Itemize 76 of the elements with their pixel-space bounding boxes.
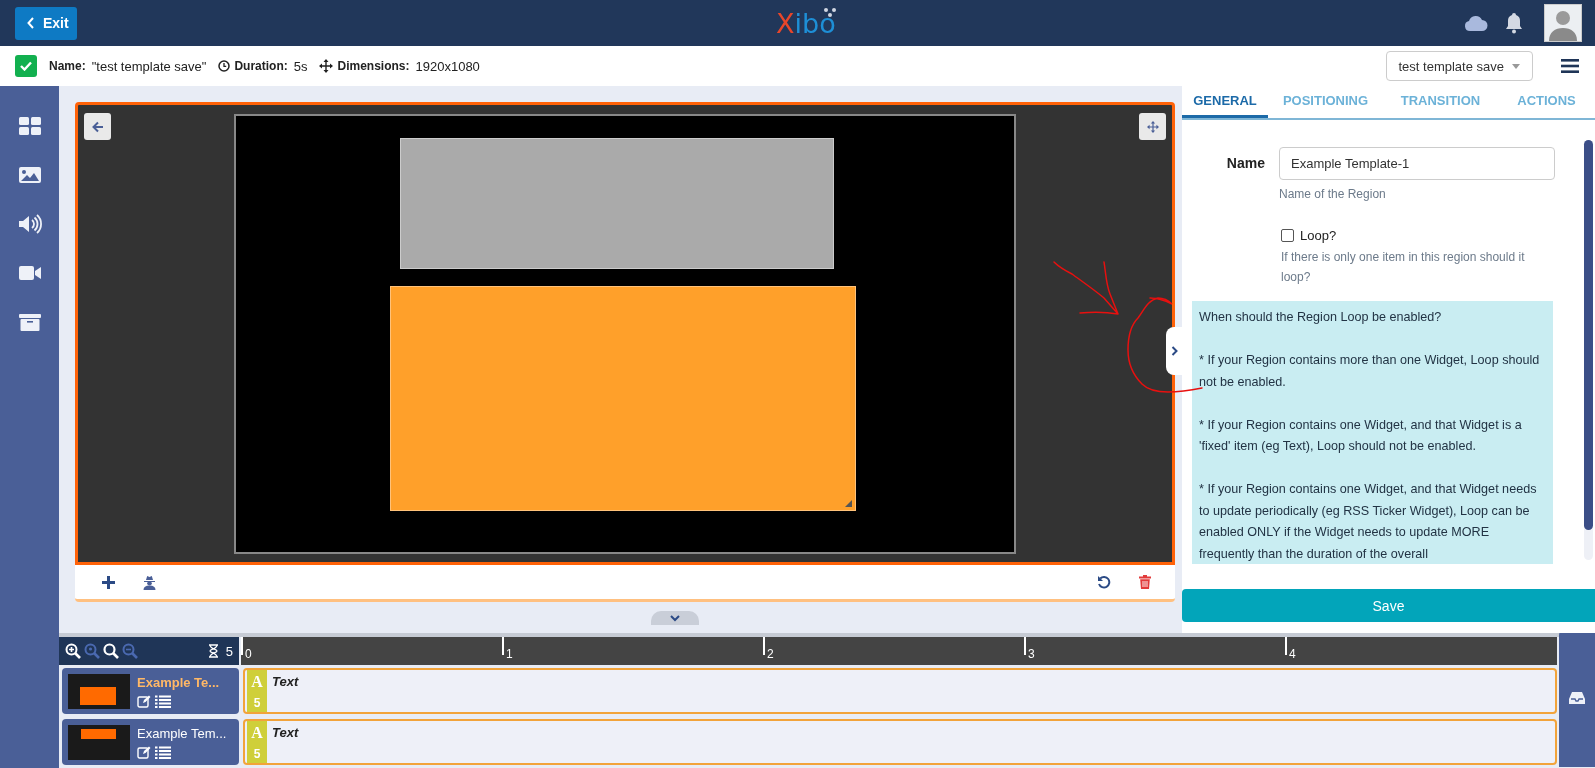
widget-duration: 5 <box>253 695 261 710</box>
collapse-tab[interactable] <box>651 611 699 625</box>
list-icon[interactable] <box>155 694 171 708</box>
menu-icon[interactable] <box>1561 58 1579 74</box>
widget-bar[interactable]: A 5 Text <box>243 719 1557 765</box>
info-text: * If your Region contains one Widget, and that Widget is a 'fixed' item (eg Text), Loop should not be enabled. <box>1199 416 1523 455</box>
widget-letter: A <box>251 672 263 691</box>
arrow-left-icon <box>91 120 104 133</box>
total-duration: 5 <box>225 643 233 659</box>
field-label: Name <box>1225 154 1265 171</box>
region-name: Example Te... <box>137 674 220 690</box>
info-value: "test template save" <box>91 58 207 74</box>
region-row[interactable]: Example Tem... <box>62 719 239 765</box>
info-label: Dimensions: <box>337 59 410 73</box>
expand-tab[interactable] <box>1166 327 1182 375</box>
region-name: Example Tem... <box>137 725 227 741</box>
hourglass-icon <box>207 644 219 658</box>
info-value: 1920x1080 <box>415 58 480 74</box>
scrollbar[interactable] <box>1584 140 1593 560</box>
exit-button[interactable]: Exit <box>15 6 77 40</box>
move-icon <box>319 59 334 73</box>
clock-icon <box>218 60 231 72</box>
zoom-in-icon[interactable] <box>65 643 81 659</box>
plus-icon[interactable] <box>102 575 115 589</box>
layout-grid-icon[interactable] <box>17 116 42 136</box>
widget-duration: 5 <box>253 746 261 761</box>
archive-box-icon[interactable] <box>17 312 42 332</box>
region-thumbnail <box>68 673 130 709</box>
speaker-icon[interactable] <box>17 214 42 234</box>
incognito-person-icon[interactable] <box>143 574 156 590</box>
info-text: * If your Region contains one Widget, and that Widget needs to update periodically (eg RSS Ticker Widget), Loop can be enabled ONLY if the Widget needs to update MORE frequently than the duration of the overall <box>1199 481 1538 563</box>
info-value: 5s <box>293 58 308 74</box>
save-button[interactable]: Save <box>1182 589 1595 622</box>
help-text: Name of the Region <box>1279 186 1387 203</box>
inbox-icon[interactable] <box>1569 691 1585 705</box>
widget-name: Text <box>272 674 299 689</box>
name-input-field[interactable]: Example Template-1 <box>1279 147 1555 180</box>
resize-handle-icon <box>845 499 852 507</box>
tick-label: 0 <box>245 647 252 661</box>
bell-icon[interactable] <box>1504 12 1524 34</box>
tick-label: 1 <box>506 647 513 661</box>
list-icon[interactable] <box>155 745 171 759</box>
edit-icon[interactable] <box>137 694 151 708</box>
chevron-left-icon <box>27 17 35 29</box>
panel-tab[interactable]: GENERAL <box>1182 86 1268 118</box>
info-label: Name: <box>49 59 86 73</box>
back-button[interactable] <box>84 113 111 140</box>
tick-label: 3 <box>1028 647 1035 661</box>
info-label: Duration: <box>234 59 288 73</box>
move-icon <box>1146 120 1159 133</box>
layout-select[interactable]: test template save <box>1385 51 1533 81</box>
checkbox-label[interactable]: Loop? <box>1300 228 1337 243</box>
undo-icon[interactable] <box>1097 575 1111 589</box>
widget-name: Text <box>272 725 299 740</box>
info-text: When should the Region Loop be enabled? <box>1199 309 1443 326</box>
search-icon[interactable] <box>103 643 119 659</box>
info-text: * If your Region contains more than one Widget, Loop should not be enabled. <box>1199 352 1541 391</box>
logo: Xibo <box>776 8 837 39</box>
edit-icon[interactable] <box>137 745 151 759</box>
chevron-right-icon <box>1170 346 1178 356</box>
region-row[interactable]: Example Te... <box>62 668 239 714</box>
video-camera-icon[interactable] <box>17 263 42 283</box>
image-icon[interactable] <box>17 165 42 185</box>
cloud-icon[interactable] <box>1464 14 1488 32</box>
trash-icon[interactable] <box>1139 575 1151 589</box>
avatar-icon[interactable] <box>1544 4 1582 42</box>
caret-icon <box>1512 63 1520 69</box>
tick-label: 4 <box>1289 647 1296 661</box>
chevron-down-icon <box>670 614 680 622</box>
tick-label: 2 <box>767 647 774 661</box>
widget-bar[interactable]: A 5 Text <box>243 668 1557 714</box>
help-text: If there is only one item in this region should it loop? <box>1281 249 1526 286</box>
loop-checkbox[interactable] <box>1281 229 1294 242</box>
widget-letter: A <box>251 723 263 742</box>
move-button[interactable] <box>1139 113 1166 140</box>
region-thumbnail <box>68 724 130 760</box>
